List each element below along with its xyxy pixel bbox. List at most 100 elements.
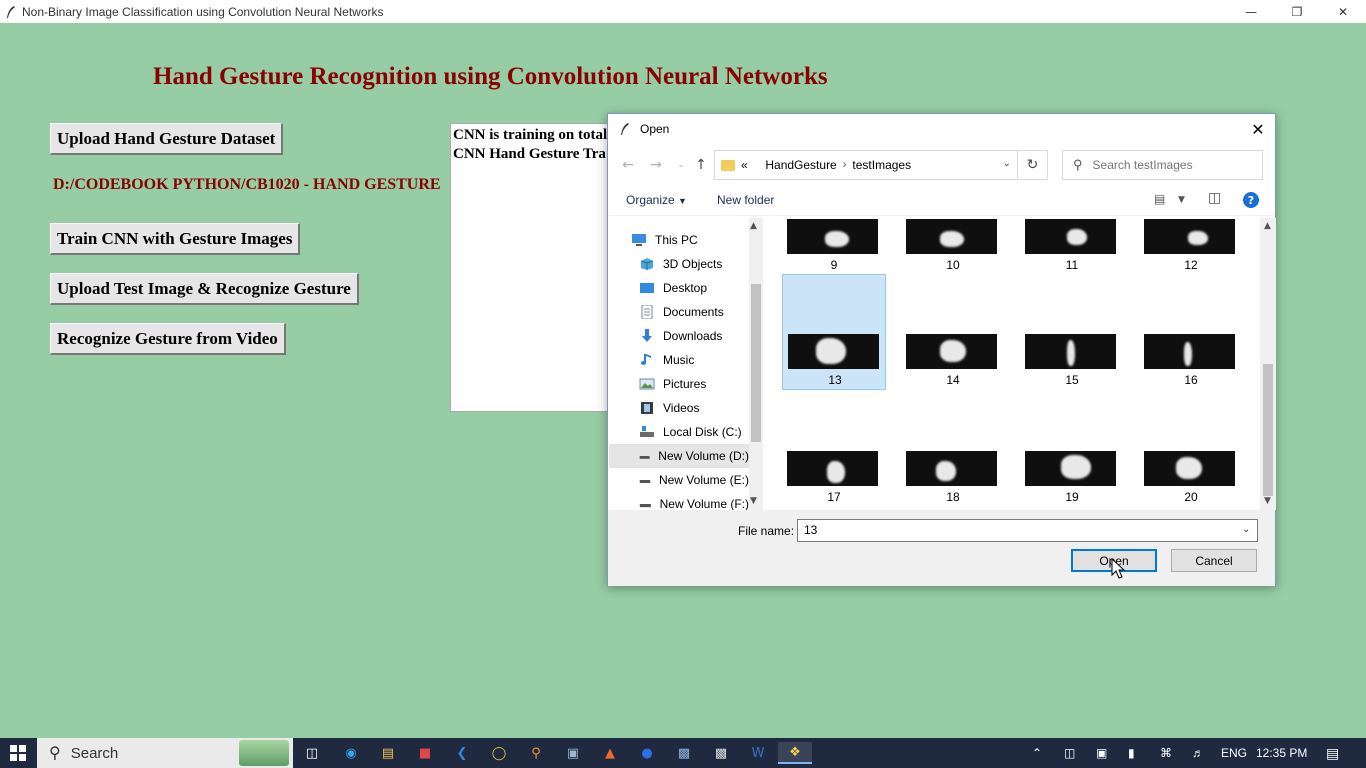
tree-item-pictures[interactable]: Pictures	[609, 372, 749, 396]
zoom-icon[interactable]: ●	[636, 742, 658, 764]
preview-pane-icon[interactable]: ◫	[1208, 190, 1221, 206]
start-button[interactable]	[0, 738, 36, 768]
battery-icon[interactable]: ▮	[1128, 738, 1135, 768]
file-item-18[interactable]: 18	[901, 391, 1005, 507]
tree-item-this-pc[interactable]: This PC	[609, 228, 749, 252]
cancel-button[interactable]: Cancel	[1171, 549, 1257, 572]
tray-chevron-icon[interactable]: ⌃	[1032, 738, 1042, 768]
breadcrumb-separator-icon: ›	[842, 159, 847, 171]
tree-item-new-volume-d[interactable]: New Volume (D:)	[609, 444, 749, 468]
file-item-12[interactable]: 12	[1139, 218, 1243, 272]
file-item-16[interactable]: 16	[1139, 274, 1243, 390]
thumbnail-image	[906, 334, 997, 369]
tree-item-label: New Volume (F:)	[659, 497, 749, 510]
breadcrumb-testimages[interactable]: testImages	[852, 158, 911, 172]
file-grid-scroll-thumb[interactable]	[1263, 364, 1273, 496]
recognize-video-button[interactable]: Recognize Gesture from Video	[50, 323, 286, 355]
dialog-titlebar: Open	[608, 114, 1275, 144]
search-input[interactable]	[1092, 158, 1253, 172]
tree-item-label: Downloads	[663, 329, 723, 343]
minimize-button[interactable]: —	[1228, 0, 1274, 23]
file-item-9[interactable]: 9	[782, 218, 886, 272]
scroll-down-icon[interactable]: ▼	[750, 496, 757, 506]
notifications-icon[interactable]: ▤	[1326, 738, 1339, 768]
terminal-icon[interactable]: ▩	[710, 742, 732, 764]
tree-item-3d-objects[interactable]: 3D Objects	[609, 252, 749, 276]
file-explorer-icon[interactable]: ▤	[377, 742, 399, 764]
app-icon[interactable]: ■	[414, 742, 436, 764]
forward-arrow-icon[interactable]: →	[647, 156, 665, 174]
address-dropdown-icon[interactable]: ⌄	[1003, 158, 1011, 169]
task-view-icon[interactable]: ◫	[301, 742, 323, 764]
file-name-dropdown-icon[interactable]: ⌄	[1242, 524, 1250, 535]
upload-test-image-button[interactable]: Upload Test Image & Recognize Gesture	[50, 273, 359, 305]
tree-item-desktop[interactable]: Desktop	[609, 276, 749, 300]
meet-icon[interactable]: ◫	[1064, 738, 1075, 768]
scroll-up-icon[interactable]: ▲	[750, 221, 757, 231]
file-item-20[interactable]: 20	[1139, 391, 1243, 507]
file-item-13[interactable]: 13	[782, 274, 886, 390]
output-text-area[interactable]: CNN is training on total CNN Hand Gestur…	[450, 123, 610, 412]
train-cnn-button[interactable]: Train CNN with Gesture Images	[50, 223, 301, 255]
dialog-close-icon[interactable]: ✕	[1247, 118, 1269, 140]
app-icon[interactable]: ▣	[562, 742, 584, 764]
tree-item-videos[interactable]: Videos	[609, 396, 749, 420]
tree-item-new-volume-e[interactable]: New Volume (E:)	[609, 468, 749, 492]
brave-icon[interactable]: ▲	[599, 742, 621, 764]
new-folder-button[interactable]: New folder	[717, 193, 774, 207]
view-dropdown-icon[interactable]: ▼	[1178, 195, 1185, 205]
back-arrow-icon[interactable]: ←	[619, 156, 637, 174]
view-options-icon[interactable]: ▤	[1154, 192, 1165, 206]
file-name-label: 14	[946, 373, 960, 387]
thumbnail-image	[1144, 219, 1235, 254]
search-box[interactable]: ⚲	[1062, 150, 1263, 180]
vscode-icon[interactable]: ❮	[451, 742, 473, 764]
file-item-11[interactable]: 11	[1020, 218, 1124, 272]
up-arrow-icon[interactable]: ↑	[692, 156, 710, 174]
taskbar-search[interactable]: ⚲ Search	[37, 738, 293, 768]
volume-icon[interactable]: ♬	[1192, 738, 1204, 768]
tree-item-documents[interactable]: Documents	[609, 300, 749, 324]
tree-item-local-disk-c[interactable]: Local Disk (C:)	[609, 420, 749, 444]
upload-dataset-button[interactable]: Upload Hand Gesture Dataset	[50, 123, 284, 155]
file-item-14[interactable]: 14	[901, 274, 1005, 390]
file-item-19[interactable]: 19	[1020, 391, 1124, 507]
restore-button[interactable]: ❐	[1274, 0, 1320, 23]
address-bar[interactable]: « › HandGesture › testImages ⌄	[714, 150, 1018, 180]
python-icon[interactable]: ❖	[778, 742, 812, 764]
app-icon[interactable]: ▩	[673, 742, 695, 764]
scroll-up-icon[interactable]: ▲	[1264, 221, 1271, 231]
organize-menu[interactable]: Organize ▼	[626, 193, 687, 207]
search-app-icon[interactable]: ⚲	[525, 742, 547, 764]
file-item-15[interactable]: 15	[1020, 274, 1124, 390]
word-icon[interactable]: W	[747, 742, 769, 764]
file-name-label: 9	[830, 258, 838, 272]
tree-item-downloads[interactable]: Downloads	[609, 324, 749, 348]
file-name-input[interactable]: 13	[797, 519, 1258, 542]
refresh-icon[interactable]: ↻	[1018, 150, 1048, 180]
chrome-icon[interactable]: ◯	[488, 742, 510, 764]
file-name-label: 15	[1065, 373, 1079, 387]
app-tray-icon[interactable]: ▣	[1096, 738, 1107, 768]
clock[interactable]: 12:35 PM	[1256, 738, 1307, 768]
dialog-title: Open	[640, 122, 670, 136]
tree-scrollbar[interactable]: ▲ ▼	[749, 218, 763, 510]
open-file-dialog: Open ✕ ← → ⌄ ↑ « › HandGesture › testIma…	[607, 113, 1276, 586]
edge-icon[interactable]: ◉	[340, 742, 362, 764]
tree-item-music[interactable]: Music	[609, 348, 749, 372]
tree-item-new-volume-f[interactable]: New Volume (F:)	[609, 492, 749, 510]
wifi-icon[interactable]: ⌘	[1160, 738, 1172, 768]
close-button[interactable]: ✕	[1320, 0, 1366, 23]
tree-item-label: Pictures	[663, 377, 707, 391]
recent-chevron-icon[interactable]: ⌄	[672, 156, 690, 174]
language-indicator[interactable]: ENG	[1221, 738, 1247, 768]
file-item-10[interactable]: 10	[901, 218, 1005, 272]
tree-scroll-thumb[interactable]	[751, 284, 761, 442]
help-icon[interactable]: ?	[1243, 192, 1259, 208]
scroll-down-icon[interactable]: ▼	[1264, 496, 1271, 506]
file-grid-scrollbar[interactable]: ▲ ▼	[1260, 218, 1276, 510]
breadcrumb-handgesture[interactable]: HandGesture	[765, 158, 836, 172]
tree-item-label: 3D Objects	[663, 257, 723, 271]
file-item-17[interactable]: 17	[782, 391, 886, 507]
navigation-bar: ← → ⌄ ↑ « › HandGesture › testImages ⌄ ↻…	[608, 148, 1275, 180]
